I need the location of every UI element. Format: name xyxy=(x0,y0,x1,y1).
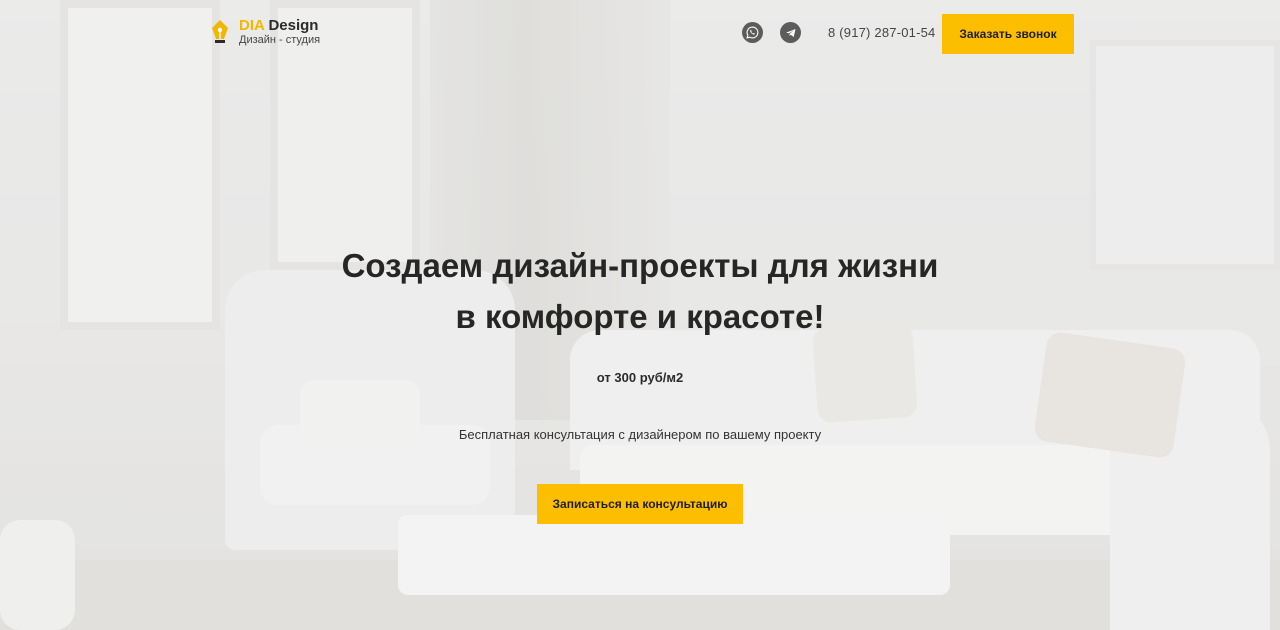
headline-line-1: Создаем дизайн-проекты для жизни xyxy=(341,247,939,284)
telegram-glyph xyxy=(785,28,795,37)
hero-content: Создаем дизайн-проекты для жизни в комфо… xyxy=(0,240,1280,524)
headline-line-2: в комфорте и красоте! xyxy=(455,298,825,335)
site-header: DIA Design Дизайн - студия 8 (917) 287-0… xyxy=(0,0,1280,70)
request-call-button[interactable]: Заказать звонок xyxy=(942,14,1074,54)
whatsapp-icon[interactable] xyxy=(742,22,763,43)
logo-subtitle: Дизайн - студия xyxy=(239,34,321,46)
contacts: 8 (917) 287-01-54 xyxy=(742,22,935,43)
phone-number[interactable]: 8 (917) 287-01-54 xyxy=(828,25,935,40)
telegram-icon[interactable] xyxy=(780,22,801,43)
hero-section: DIA Design Дизайн - студия 8 (917) 287-0… xyxy=(0,0,1280,630)
pen-nib-icon xyxy=(212,20,228,43)
logo-title: DIA Design xyxy=(239,18,320,33)
page-title: Создаем дизайн-проекты для жизни в комфо… xyxy=(0,240,1280,342)
logo-brand-accent: DIA xyxy=(239,17,265,34)
price-text: от 300 руб/м2 xyxy=(596,370,684,385)
whatsapp-glyph xyxy=(746,26,759,39)
logo-brand-rest: Design xyxy=(264,17,319,34)
logo[interactable]: DIA Design Дизайн - студия xyxy=(209,18,320,46)
book-consultation-button[interactable]: Записаться на консультацию xyxy=(537,484,743,524)
subtitle-text: Бесплатная консультация с дизайнером по … xyxy=(458,427,822,442)
logo-text: DIA Design Дизайн - студия xyxy=(239,18,320,46)
